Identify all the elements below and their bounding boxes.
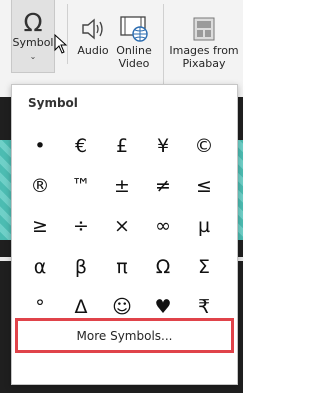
symbol-greater-equal[interactable]: ≥ bbox=[22, 209, 58, 243]
symbol-multiply[interactable]: × bbox=[104, 209, 140, 243]
symbol-yen[interactable]: ¥ bbox=[145, 129, 181, 163]
symbol-plus-minus[interactable]: ± bbox=[104, 169, 140, 203]
speaker-icon bbox=[80, 14, 106, 44]
images-label-2: Pixabay bbox=[182, 57, 226, 70]
omega-icon: Ω bbox=[23, 8, 43, 37]
symbol-not-equal[interactable]: ≠ bbox=[145, 169, 181, 203]
image-gallery-icon bbox=[191, 14, 217, 44]
symbol-micro[interactable]: µ bbox=[186, 209, 222, 243]
symbol-omega[interactable]: Ω bbox=[145, 250, 181, 284]
online-video-button[interactable]: Online Video bbox=[112, 0, 156, 90]
symbol-trademark[interactable]: ™ bbox=[63, 169, 99, 203]
audio-label: Audio bbox=[77, 44, 109, 57]
symbol-infinity[interactable]: ∞ bbox=[145, 209, 181, 243]
symbol-alpha[interactable]: α bbox=[22, 250, 58, 284]
symbol-button[interactable]: Ω Symbol ⌄ bbox=[11, 0, 55, 73]
symbol-registered[interactable]: ® bbox=[22, 169, 58, 203]
symbol-pi[interactable]: π bbox=[104, 250, 140, 284]
symbol-sigma[interactable]: Σ bbox=[186, 250, 222, 284]
online-video-label-2: Video bbox=[118, 57, 150, 70]
ribbon-divider bbox=[163, 4, 164, 84]
images-label-1: Images from bbox=[169, 44, 239, 57]
symbol-beta[interactable]: β bbox=[63, 250, 99, 284]
chevron-down-icon: ⌄ bbox=[29, 52, 37, 61]
mouse-cursor-icon bbox=[54, 33, 68, 58]
symbol-bullet[interactable]: • bbox=[22, 129, 58, 163]
symbol-button-label: Symbol bbox=[12, 36, 54, 49]
symbol-copyright[interactable]: © bbox=[186, 129, 222, 163]
images-from-pixabay-button[interactable]: Images from Pixabay bbox=[166, 0, 242, 90]
ribbon: Ω Symbol ⌄ Audio Online Video Images fro… bbox=[0, 0, 243, 97]
symbol-dropdown: Symbol • € £ ¥ © ® ™ ± ≠ ≤ ≥ ÷ × ∞ µ α β… bbox=[11, 84, 238, 385]
symbol-pound[interactable]: £ bbox=[104, 129, 140, 163]
symbol-less-equal[interactable]: ≤ bbox=[186, 169, 222, 203]
online-video-label-1: Online bbox=[116, 44, 152, 57]
symbol-dropdown-title: Symbol bbox=[28, 96, 78, 110]
audio-button[interactable]: Audio bbox=[76, 0, 110, 90]
symbol-euro[interactable]: € bbox=[63, 129, 99, 163]
more-symbols-button[interactable]: More Symbols... bbox=[15, 318, 234, 353]
online-video-icon bbox=[118, 14, 150, 44]
symbol-divide[interactable]: ÷ bbox=[63, 209, 99, 243]
